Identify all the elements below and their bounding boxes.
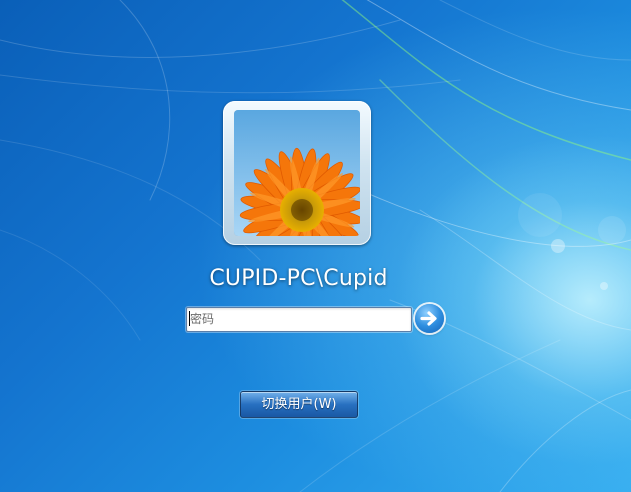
text-caret xyxy=(189,311,190,326)
user-avatar xyxy=(234,110,360,236)
user-tile[interactable] xyxy=(223,101,371,245)
switch-user-button[interactable]: 切换用户(W) xyxy=(240,391,358,418)
flower-picture-icon xyxy=(234,110,360,236)
arrow-right-icon xyxy=(420,311,437,326)
user-name-label: CUPID-PC\Cupid xyxy=(209,266,388,291)
submit-button[interactable] xyxy=(415,304,444,333)
desktop-wallpaper xyxy=(0,0,631,492)
password-field[interactable] xyxy=(186,307,412,332)
password-input[interactable] xyxy=(187,308,400,330)
